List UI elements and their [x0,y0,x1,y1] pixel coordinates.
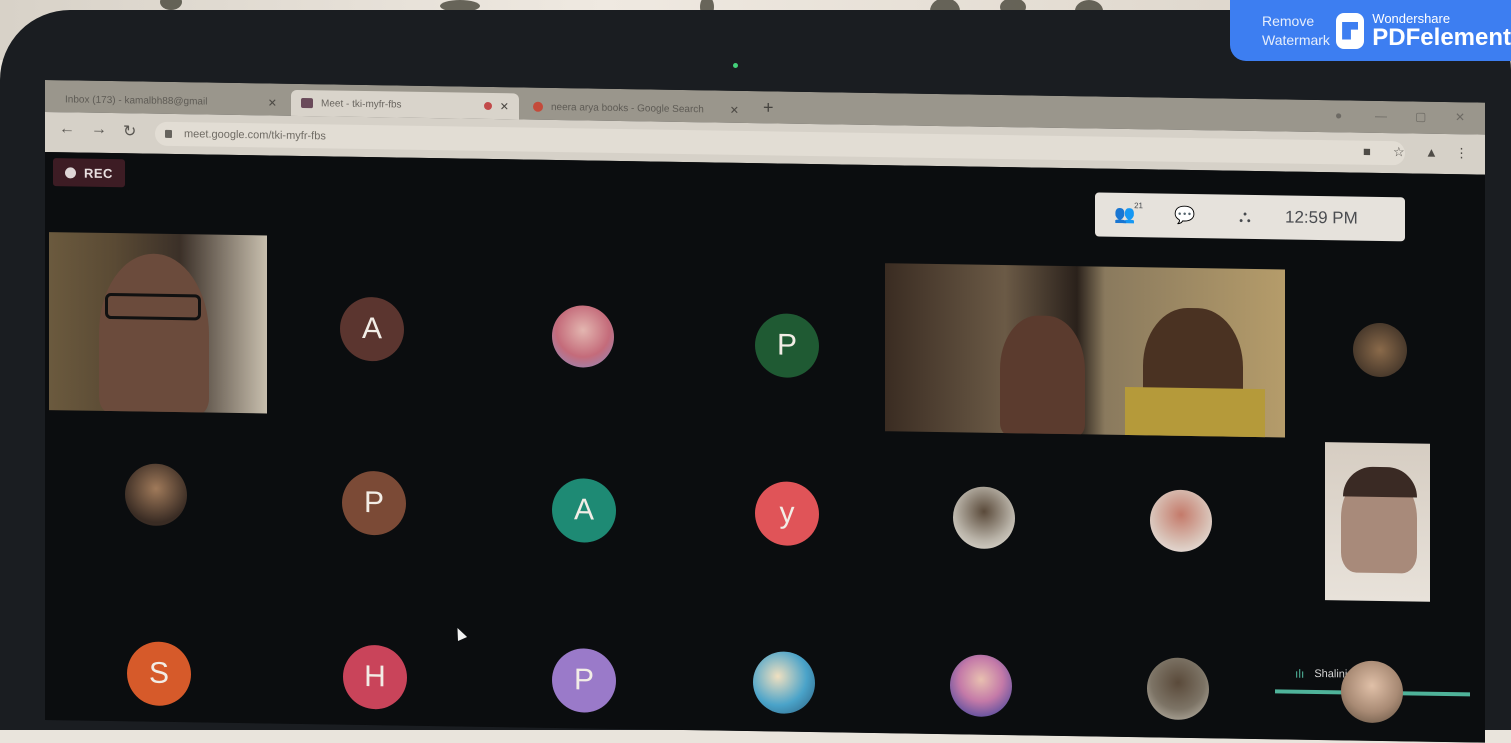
participant-photo[interactable] [125,463,187,527]
bookmark-star-icon[interactable]: ☆ [1393,144,1405,160]
participant-photo[interactable] [953,486,1015,550]
participant-avatar[interactable]: A [340,296,404,362]
participant-photo[interactable] [1147,657,1209,721]
chat-icon[interactable]: 💬 [1155,205,1215,226]
close-icon[interactable]: ✕ [268,96,277,109]
participant-video-tile[interactable] [885,263,1285,438]
participant-photo[interactable] [753,651,815,715]
account-icon[interactable]: ● [1335,108,1342,122]
extension-icon[interactable]: ▲ [1425,145,1438,160]
meet-favicon-icon [301,98,313,109]
google-favicon-icon [533,101,543,112]
record-dot-icon [65,166,76,178]
tab-inbox-label: Inbox (173) - kamalbh88@gmail [65,93,208,108]
participant-photo[interactable] [552,304,614,368]
participant-video-tile[interactable] [1325,442,1430,602]
tab-meet[interactable]: Meet - tki-myfr-fbs ✕ [291,89,519,120]
participant-avatar[interactable]: P [552,647,616,713]
participant-photo[interactable] [1150,489,1212,553]
activities-icon[interactable]: ⛬ [1215,206,1275,227]
meeting-time: 12:59 PM [1285,207,1358,228]
watermark-banner: Remove Watermark Wondershare PDFelement [1230,0,1511,61]
forward-arrow-icon[interactable]: → [91,121,107,139]
pdfelement-logo-icon [1335,12,1365,49]
close-icon[interactable]: ✕ [730,103,739,116]
remove-watermark-line1: Remove [1262,12,1315,29]
meet-top-bar: 👥 21 💬 ⛬ 12:59 PM [1095,192,1405,242]
reload-icon[interactable]: ↻ [123,121,136,141]
menu-dots-icon[interactable]: ⋮ [1455,145,1468,161]
close-window-icon[interactable]: ✕ [1455,110,1465,124]
recording-icon [483,101,492,111]
participant-avatar[interactable]: H [343,644,407,710]
back-arrow-icon[interactable]: ← [59,120,75,138]
participant-avatar[interactable]: S [127,641,191,707]
participant-count: 21 [1134,201,1143,211]
participant-photo[interactable] [950,654,1012,718]
participant-avatar[interactable]: P [755,313,819,379]
participant-photo[interactable] [1353,322,1407,378]
new-tab-button[interactable]: + [763,97,774,118]
people-icon[interactable]: 👥 21 [1095,201,1155,225]
participant-avatar[interactable]: P [342,470,406,536]
remove-watermark-line2: Watermark [1262,31,1330,48]
remove-watermark-button[interactable]: Remove Watermark [1262,12,1330,50]
tab-meet-label: Meet - tki-myfr-fbs [321,97,402,111]
lock-icon [165,129,172,138]
webcam-indicator [733,63,738,68]
participant-avatar[interactable]: A [552,477,616,543]
participant-avatar[interactable]: y [755,481,819,547]
maximize-icon[interactable]: ▢ [1415,110,1426,124]
rec-label: REC [84,165,113,181]
laptop-screen: Inbox (173) - kamalbh88@gmail ✕ Meet - t… [45,80,1485,743]
recording-badge: REC [53,158,125,188]
participant-photo[interactable] [1341,660,1403,724]
brand-text: Wondershare PDFelement [1372,11,1511,51]
speaking-indicator-icon: ılı [1295,666,1305,681]
minimize-icon[interactable]: — [1375,109,1387,123]
brand-line2: PDFelement [1372,23,1511,51]
url-input[interactable] [182,127,586,148]
mouse-cursor [452,625,468,642]
meet-stage: REC 👥 21 💬 ⛬ 12:59 PM A P P A y ılı Shal… [45,152,1485,743]
tab-google-search[interactable]: neera arya books - Google Search ✕ [523,94,749,124]
tab-search-label: neera arya books - Google Search [551,101,704,115]
participant-video-tile[interactable] [49,232,267,414]
tab-inbox[interactable]: Inbox (173) - kamalbh88@gmail ✕ [55,86,287,116]
close-icon[interactable]: ✕ [500,100,509,113]
camera-icon[interactable]: ■ [1363,144,1371,159]
